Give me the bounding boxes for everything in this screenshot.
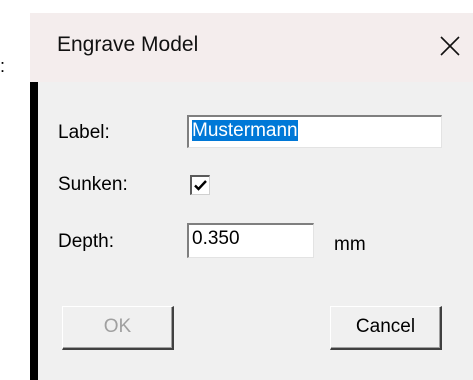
depth-unit: mm [334,234,366,255]
sunken-caption: Sunken: [58,174,128,195]
depth-input-value: 0.350 [192,228,240,249]
close-icon [440,36,460,56]
label-caption: Label: [58,122,110,143]
depth-caption: Depth: [58,231,114,252]
ok-button[interactable]: OK [62,306,174,350]
cancel-button[interactable]: Cancel [330,306,442,350]
label-input[interactable]: Mustermann [187,115,442,148]
close-button[interactable] [427,13,473,82]
depth-input[interactable]: 0.350 [187,223,314,258]
checkmark-icon [194,180,207,191]
background-colon: : [0,56,6,76]
engrave-model-dialog: Engrave Model Label: Mustermann Sunken: … [30,13,473,380]
sunken-checkbox[interactable] [190,175,210,195]
dialog-title: Engrave Model [57,33,199,56]
left-edge-border [30,82,38,380]
dialog-titlebar[interactable]: Engrave Model [30,13,473,82]
label-input-value: Mustermann [192,120,298,141]
